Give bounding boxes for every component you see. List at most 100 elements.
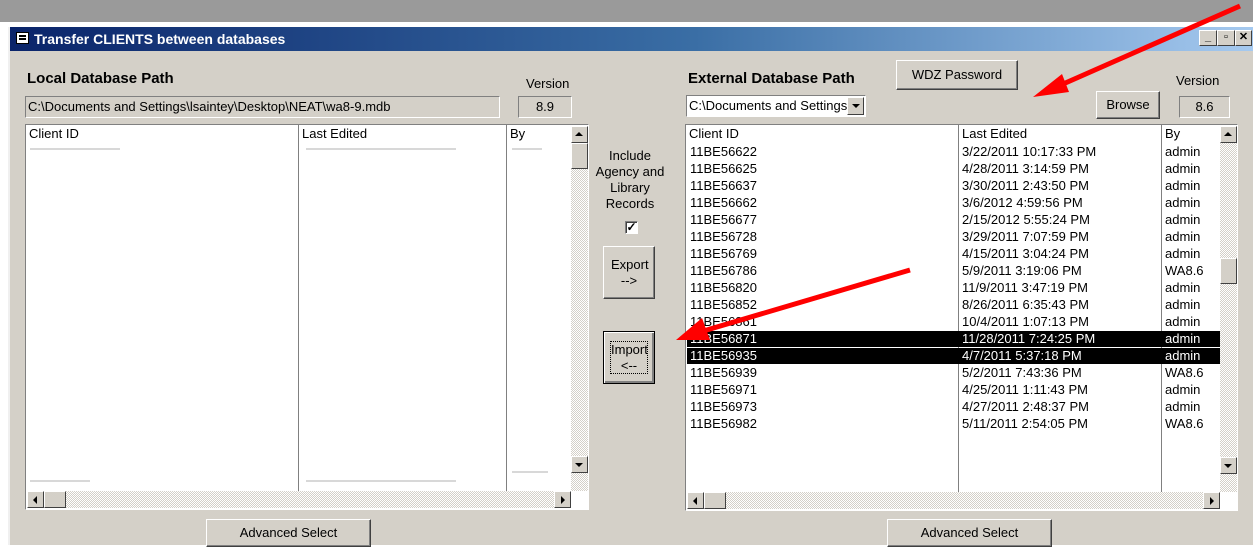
table-row[interactable]: 11BE56677 2/15/2012 5:55:24 PM admin (687, 212, 1220, 228)
table-row[interactable]: 11BE56971 4/25/2011 1:11:43 PM admin (687, 382, 1220, 398)
scroll-left-button[interactable] (687, 492, 704, 509)
export-button[interactable]: Export --> (603, 246, 655, 299)
table-row[interactable]: 11BE56786 5/9/2011 3:19:06 PM WA8.6 (687, 263, 1220, 279)
faint-row-text (512, 471, 548, 473)
cell-by: admin (1165, 195, 1201, 210)
arrow-left-icon (693, 497, 697, 505)
external-col-last-edited[interactable]: Last Edited (962, 126, 1027, 141)
scroll-up-button[interactable] (571, 126, 588, 143)
close-button[interactable]: ✕ (1235, 30, 1252, 46)
import-button-label: Import <-- (610, 340, 648, 375)
maximize-button[interactable]: ▫ (1217, 30, 1235, 46)
cell-by: admin (1165, 144, 1201, 159)
faint-row-text (306, 480, 456, 482)
form-icon (16, 32, 29, 44)
cell-id: 11BE56622 (690, 144, 757, 159)
background-strip (0, 0, 1253, 22)
transfer-window: Transfer CLIENTS between databases _ ▫ ✕… (8, 27, 1253, 547)
local-col-last-edited[interactable]: Last Edited (302, 126, 367, 141)
cell-by: admin (1165, 229, 1201, 244)
table-row[interactable]: 11BE56982 5/11/2011 2:54:05 PM WA8.6 (687, 416, 1220, 432)
cell-edited: 2/15/2012 5:55:24 PM (962, 212, 1090, 227)
local-col-by[interactable]: By (510, 126, 525, 141)
cell-id: 11BE56871 (690, 331, 757, 346)
local-advanced-select-button[interactable]: Advanced Select (206, 519, 371, 547)
external-version-field: 8.6 (1179, 96, 1230, 118)
scroll-thumb[interactable] (1220, 258, 1237, 284)
scroll-left-button[interactable] (27, 491, 44, 508)
faint-row-text (512, 148, 542, 150)
table-row[interactable]: 11BE56939 5/2/2011 7:43:36 PM WA8.6 (687, 365, 1220, 381)
cell-id: 11BE56677 (690, 212, 757, 227)
arrow-down-icon (575, 463, 583, 467)
table-row[interactable]: 11BE56820 11/9/2011 3:47:19 PM admin (687, 280, 1220, 296)
local-horizontal-scrollbar[interactable] (27, 491, 571, 508)
table-row[interactable]: 11BE56622 3/22/2011 10:17:33 PM admin (687, 144, 1220, 160)
scroll-thumb[interactable] (704, 492, 726, 509)
scroll-down-button[interactable] (1220, 457, 1237, 474)
cell-edited: 10/4/2011 1:07:13 PM (962, 314, 1089, 329)
scroll-right-button[interactable] (554, 491, 571, 508)
scroll-right-button[interactable] (1203, 492, 1220, 509)
checkmark-icon: ✓ (626, 220, 637, 234)
cell-id: 11BE56662 (690, 195, 757, 210)
external-version-label: Version (1176, 73, 1220, 88)
cell-id: 11BE56625 (690, 161, 757, 176)
external-client-list[interactable]: Client ID Last Edited By 11BE56622 3/22/2… (685, 124, 1238, 511)
table-row[interactable]: 11BE56625 4/28/2011 3:14:59 PM admin (687, 161, 1220, 177)
cell-by: admin (1165, 297, 1201, 312)
cell-edited: 4/7/2011 5:37:18 PM (962, 348, 1082, 363)
cell-edited: 3/6/2012 4:59:56 PM (962, 195, 1083, 210)
cell-by: admin (1165, 331, 1201, 346)
combo-dropdown-button[interactable] (847, 97, 864, 115)
scroll-thumb[interactable] (571, 143, 588, 169)
external-horizontal-scrollbar[interactable] (687, 492, 1220, 509)
table-row[interactable]: 11BE56935 4/7/2011 5:37:18 PM admin (687, 348, 1220, 364)
table-row[interactable]: 11BE56871 11/28/2011 7:24:25 PM admin (687, 331, 1220, 347)
cell-by: WA8.6 (1165, 416, 1204, 431)
local-version-field: 8.9 (518, 96, 572, 118)
import-button[interactable]: Import <-- (603, 331, 655, 384)
table-row[interactable]: 11BE56861 10/4/2011 1:07:13 PM admin (687, 314, 1220, 330)
external-vertical-scrollbar[interactable] (1220, 126, 1237, 492)
cell-id: 11BE56935 (690, 348, 757, 363)
cell-edited: 3/22/2011 10:17:33 PM (962, 144, 1097, 159)
table-row[interactable]: 11BE56662 3/6/2012 4:59:56 PM admin (687, 195, 1220, 211)
wdz-password-button[interactable]: WDZ Password (896, 60, 1018, 90)
cell-edited: 5/9/2011 3:19:06 PM (962, 263, 1082, 278)
cell-edited: 5/2/2011 7:43:36 PM (962, 365, 1082, 380)
cell-by: admin (1165, 314, 1201, 329)
external-col-by[interactable]: By (1165, 126, 1180, 141)
cell-by: WA8.6 (1165, 263, 1204, 278)
browse-button[interactable]: Browse (1096, 91, 1160, 119)
arrow-right-icon (1210, 497, 1214, 505)
include-records-checkbox[interactable]: ✓ (625, 221, 638, 234)
scroll-down-button[interactable] (571, 456, 588, 473)
local-version-label: Version (526, 76, 570, 91)
cell-id: 11BE56982 (690, 416, 757, 431)
column-divider (506, 125, 507, 491)
external-advanced-select-button[interactable]: Advanced Select (887, 519, 1052, 547)
local-client-list[interactable]: Client ID Last Edited By (25, 124, 589, 510)
minimize-button[interactable]: _ (1199, 30, 1217, 46)
local-path-field[interactable]: C:\Documents and Settings\lsaintey\Deskt… (25, 96, 500, 118)
scroll-up-button[interactable] (1220, 126, 1237, 143)
table-row[interactable]: 11BE56973 4/27/2011 2:48:37 PM admin (687, 399, 1220, 415)
cell-by: WA8.6 (1165, 365, 1204, 380)
close-icon: ✕ (1238, 31, 1249, 43)
table-row[interactable]: 11BE56728 3/29/2011 7:07:59 PM admin (687, 229, 1220, 245)
local-vertical-scrollbar[interactable] (571, 126, 588, 491)
external-col-client-id[interactable]: Client ID (689, 126, 739, 141)
table-row[interactable]: 11BE56769 4/15/2011 3:04:24 PM admin (687, 246, 1220, 262)
arrow-down-icon (1224, 464, 1232, 468)
table-row[interactable]: 11BE56852 8/26/2011 6:35:43 PM admin (687, 297, 1220, 313)
arrow-right-icon (561, 496, 565, 504)
local-col-client-id[interactable]: Client ID (29, 126, 79, 141)
cell-edited: 5/11/2011 2:54:05 PM (962, 416, 1089, 431)
scroll-thumb[interactable] (44, 491, 66, 508)
cell-id: 11BE56786 (690, 263, 757, 278)
table-row[interactable]: 11BE56637 3/30/2011 2:43:50 PM admin (687, 178, 1220, 194)
external-path-combo[interactable]: C:\Documents and Settings\lsaintey\Deskt… (686, 95, 866, 117)
chevron-down-icon (852, 104, 860, 108)
cell-by: admin (1165, 212, 1201, 227)
